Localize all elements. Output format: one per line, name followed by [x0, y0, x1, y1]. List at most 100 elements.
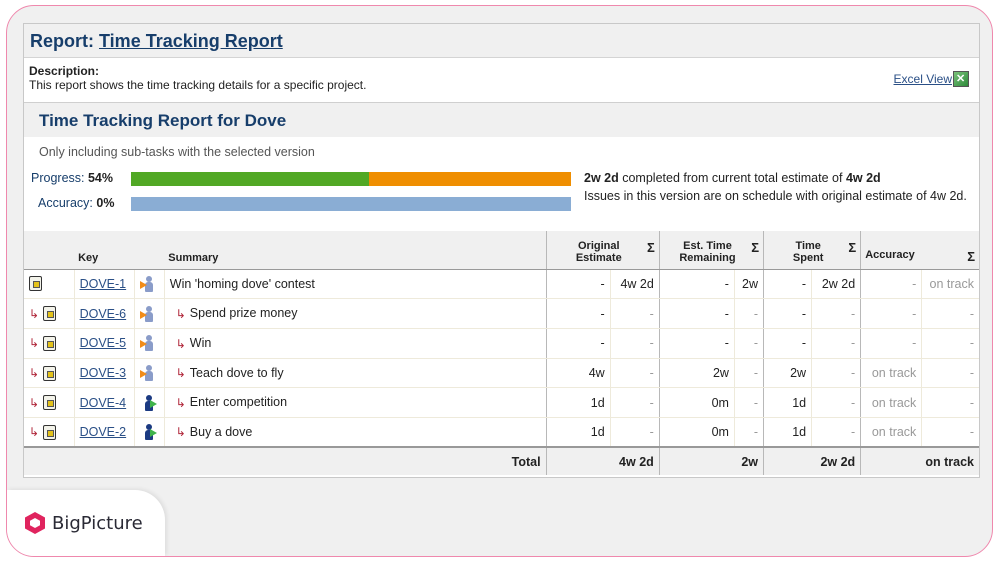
est-time-remaining-sum-cell: -: [734, 328, 765, 359]
accuracy-sum-cell: -: [921, 387, 979, 418]
task-icon: [29, 276, 42, 292]
summary-cell: ↳ Buy a dove: [164, 417, 547, 448]
col-est-time-remaining: Σ Est. Time Remaining: [659, 231, 765, 270]
est-time-remaining-cell: -: [659, 298, 735, 329]
est-time-remaining-sum-cell: -: [734, 358, 765, 389]
accuracy-sum-cell: -: [921, 298, 979, 329]
est-time-remaining-sum-cell: -: [734, 387, 765, 418]
accuracy-sum-cell: on track: [921, 269, 979, 300]
est-time-remaining-cell: 0m: [659, 417, 735, 448]
accuracy-bar: [131, 197, 571, 211]
est-time-remaining-sum-cell: -: [734, 417, 765, 448]
report-title-link[interactable]: Time Tracking Report: [99, 31, 283, 51]
time-spent-cell: 1d: [763, 417, 813, 448]
report-prefix: Report:: [30, 31, 94, 51]
progress-label: Progress: 54%: [31, 171, 113, 185]
section-title: Time Tracking Report for Dove: [24, 103, 979, 137]
accuracy-cell: -: [860, 328, 923, 359]
excel-view-link[interactable]: Excel View: [894, 71, 969, 87]
summary-cell: ↳ Win: [164, 328, 547, 359]
original-estimate-sum-cell: -: [610, 358, 660, 389]
col-key: Key: [74, 231, 135, 270]
issue-key-link[interactable]: DOVE-2: [80, 425, 127, 439]
key-cell: DOVE-4: [74, 387, 135, 418]
total-time-spent: 2w 2d: [763, 446, 862, 476]
summary-text: Buy a dove: [189, 424, 253, 439]
subtask-arrow-icon: ↳: [175, 366, 186, 381]
original-estimate-cell: -: [546, 269, 611, 300]
time-spent-sum-cell: -: [811, 387, 862, 418]
subtask-arrow-icon: ↳: [29, 366, 40, 380]
brand-badge: BigPicture: [7, 490, 165, 556]
summary-text: Enter competition: [189, 395, 288, 410]
progress-bar-completed: [131, 172, 369, 186]
assignee-cell: [134, 298, 165, 329]
issue-key-link[interactable]: DOVE-4: [80, 396, 127, 410]
subtask-arrow-icon: ↳: [29, 425, 40, 440]
accuracy-cell: -: [860, 298, 923, 329]
assignee-cell: [134, 328, 165, 359]
summary-cell: ↳ Spend prize money: [164, 298, 547, 329]
issue-type-cell: ↳: [24, 417, 75, 448]
progress-label-text: Progress:: [31, 171, 85, 185]
est-time-remaining-sum-cell: -: [734, 298, 765, 329]
original-estimate-cell: 1d: [546, 387, 611, 418]
total-row: Total 4w 2d 2w 2w 2d on track: [24, 446, 979, 476]
subtask-arrow-icon: ↳: [29, 306, 40, 321]
total-est-time-remaining: 2w: [659, 446, 765, 476]
total-label: Total: [24, 446, 547, 476]
col-original-estimate-label: Original Estimate: [575, 239, 622, 264]
original-estimate-sum-cell: -: [610, 417, 660, 448]
subtask-icon: [43, 424, 56, 440]
original-estimate-cell: 4w: [546, 358, 611, 389]
progress-bar: [131, 172, 571, 186]
col-accuracy: Σ Accuracy: [860, 231, 979, 270]
summary-cell: ↳ Teach dove to fly: [164, 358, 547, 389]
issue-type-cell: ↳: [24, 387, 75, 418]
time-spent-sum-cell: -: [811, 328, 862, 359]
accuracy-cell: on track: [860, 358, 923, 389]
issue-key-link[interactable]: DOVE-1: [80, 277, 127, 291]
accuracy-label-text: Accuracy:: [38, 196, 93, 210]
time-tracking-table: Key Summary Σ Original Estimate Σ Est. T…: [24, 231, 979, 476]
progress-completed-value: 2w 2d: [584, 171, 619, 185]
table-row: ↳ DOVE-4 ↳ Enter competition 1d -0m -1d - on tra…: [24, 387, 979, 418]
progress-total-value: 4w 2d: [845, 171, 881, 185]
progress-section: Progress: 54% 2w 2d completed from curre…: [24, 167, 979, 231]
original-estimate-sum-cell: -: [610, 387, 660, 418]
sigma-icon: Σ: [848, 239, 857, 255]
accuracy-sum-cell: -: [921, 417, 979, 448]
subtasks-note: Only including sub-tasks with the select…: [39, 145, 315, 159]
issue-type-cell: ↳: [24, 298, 75, 329]
report-panel: Report: Time Tracking Report Description…: [23, 23, 980, 478]
unassigned-user-icon: [139, 335, 156, 352]
time-spent-cell: 1d: [763, 387, 813, 418]
subtask-arrow-icon: ↳: [175, 425, 186, 440]
issue-key-link[interactable]: DOVE-3: [80, 366, 127, 380]
unassigned-user-icon: [139, 275, 156, 292]
key-cell: DOVE-3: [74, 358, 135, 389]
accuracy-cell: on track: [860, 417, 923, 448]
table-row: ↳ DOVE-5 ↳ Win - - - - - - - -: [24, 328, 979, 359]
issue-key-link[interactable]: DOVE-5: [80, 336, 127, 350]
sigma-icon: Σ: [751, 239, 759, 255]
issue-key-link[interactable]: DOVE-6: [80, 307, 127, 321]
subtask-arrow-icon: ↳: [175, 336, 186, 351]
original-estimate-cell: 1d: [546, 417, 611, 448]
col-accuracy-label: Accuracy: [865, 248, 915, 261]
time-spent-cell: -: [763, 328, 813, 359]
time-spent-cell: -: [763, 269, 813, 300]
subtask-arrow-icon: ↳: [175, 395, 186, 410]
est-time-remaining-cell: -: [659, 328, 735, 359]
progress-value: 54%: [87, 171, 114, 185]
original-estimate-sum-cell: -: [610, 298, 660, 329]
subtask-icon: [43, 395, 56, 411]
app-frame: Report: Time Tracking Report Description…: [6, 5, 993, 557]
brand-name: BigPicture: [52, 512, 143, 534]
accuracy-label: Accuracy: 0%: [38, 196, 114, 210]
progress-message-text: completed from current total estimate of: [618, 171, 846, 185]
assigned-user-icon: [140, 424, 157, 441]
accuracy-cell: -: [860, 269, 923, 300]
sigma-icon: Σ: [646, 239, 655, 255]
assignee-cell: [134, 358, 165, 389]
